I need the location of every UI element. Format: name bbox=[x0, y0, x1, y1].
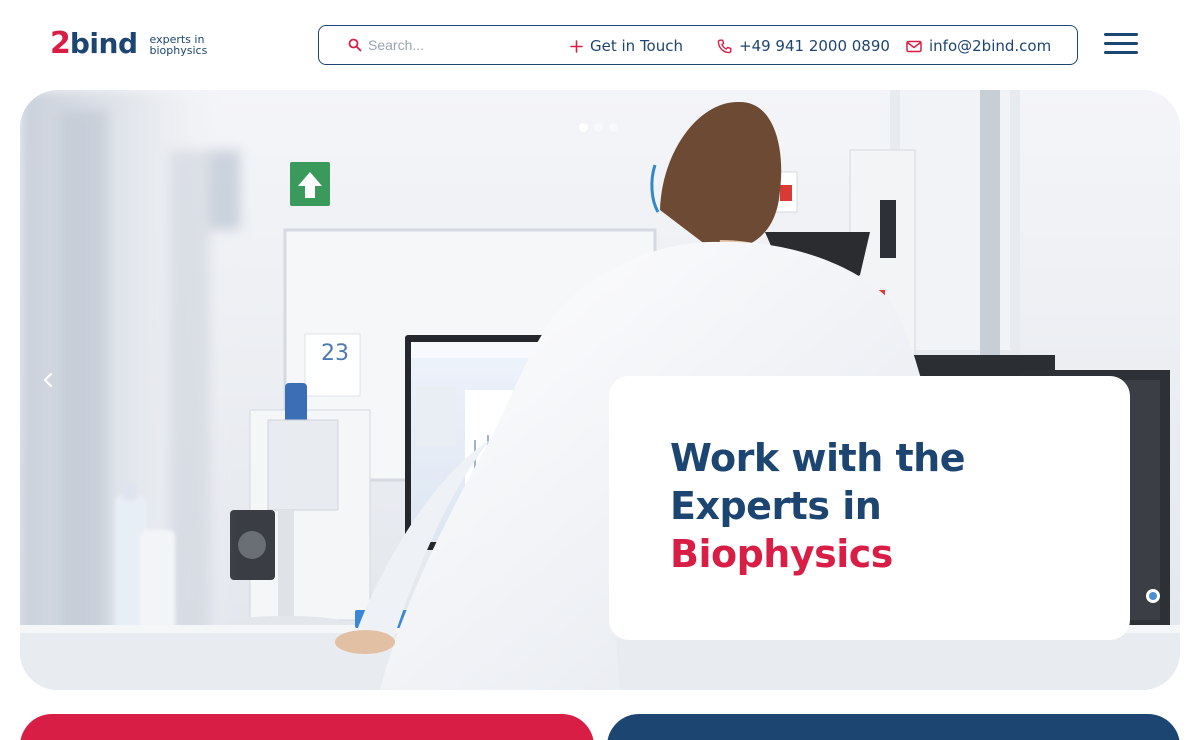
hero-title-line2: Experts in bbox=[670, 484, 882, 528]
logo-word: bind bbox=[69, 27, 138, 60]
email-label: info@2bind.com bbox=[929, 37, 1052, 55]
get-in-touch-label: Get in Touch bbox=[590, 37, 683, 55]
phone-icon bbox=[717, 39, 732, 53]
plus-icon bbox=[570, 39, 583, 53]
logo-mark: 2 bind bbox=[50, 28, 138, 62]
menu-line bbox=[1104, 51, 1138, 54]
phone-label: +49 941 2000 0890 bbox=[739, 37, 890, 55]
chevron-left-icon[interactable] bbox=[38, 370, 58, 390]
site-header: 2 bind experts in biophysics Get in Touc… bbox=[0, 0, 1200, 88]
slider-dot[interactable] bbox=[609, 123, 618, 132]
logo-two: 2 bbox=[50, 26, 71, 61]
slider-dot[interactable] bbox=[579, 123, 588, 132]
feature-card-red[interactable] bbox=[20, 714, 594, 740]
logo[interactable]: 2 bind experts in biophysics bbox=[50, 28, 207, 62]
menu-line bbox=[1104, 33, 1138, 36]
slider-dot[interactable] bbox=[594, 123, 603, 132]
phone-link[interactable]: +49 941 2000 0890 bbox=[717, 34, 890, 58]
hero-title-line3: Biophysics bbox=[670, 532, 893, 576]
hero-card: Work with the Experts in Biophysics bbox=[609, 376, 1130, 640]
hero-slider: 23 Work with the Experts in Biophysics bbox=[20, 90, 1180, 690]
hero-title: Work with the Experts in Biophysics bbox=[670, 434, 1090, 578]
hamburger-menu-icon[interactable] bbox=[1104, 31, 1138, 57]
logo-tagline: experts in biophysics bbox=[150, 34, 208, 56]
slider-dots bbox=[579, 123, 618, 132]
svg-text:23: 23 bbox=[321, 341, 349, 366]
hero-title-line1: Work with the bbox=[670, 436, 965, 480]
mail-icon bbox=[906, 40, 922, 52]
search-icon bbox=[348, 38, 362, 52]
feature-card-blue[interactable] bbox=[607, 714, 1180, 740]
search-input[interactable] bbox=[368, 34, 558, 56]
header-bar: Get in Touch +49 941 2000 0890 info@2bin… bbox=[318, 25, 1078, 65]
tagline-line2: biophysics bbox=[149, 44, 208, 57]
get-in-touch-link[interactable]: Get in Touch bbox=[570, 34, 683, 58]
menu-line bbox=[1104, 42, 1138, 45]
email-link[interactable]: info@2bind.com bbox=[906, 34, 1051, 58]
